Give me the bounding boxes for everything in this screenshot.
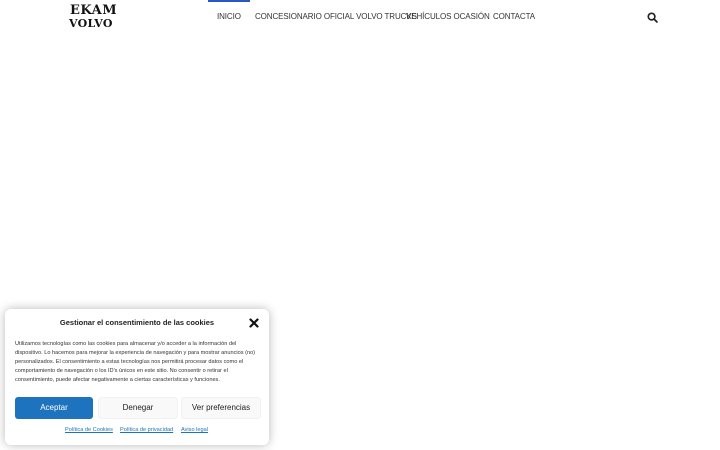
view-preferences-button[interactable]: Ver preferencias — [181, 397, 261, 419]
main-navigation: INICIO CONCESIONARIO OFICIAL VOLVO TRUCK… — [0, 0, 720, 36]
cookie-policy-link[interactable]: Política de Cookies — [65, 427, 113, 433]
legal-notice-link[interactable]: Aviso legal — [181, 427, 208, 433]
search-icon[interactable] — [647, 12, 658, 23]
site-header: EKAM VOLVO INICIO CONCESIONARIO OFICIAL … — [0, 0, 720, 36]
privacy-policy-link[interactable]: Política de privacidad — [120, 427, 173, 433]
nav-item-concesionario[interactable]: CONCESIONARIO OFICIAL VOLVO TRUCKS — [255, 12, 417, 21]
accept-button[interactable]: Aceptar — [15, 397, 93, 419]
close-icon[interactable] — [249, 318, 259, 328]
cookie-policy-links: Política de Cookies Política de privacid… — [5, 427, 269, 437]
cookie-banner-title: Gestionar el consentimiento de las cooki… — [59, 318, 215, 327]
cookie-banner-message: Utilizamos tecnologías como las cookies … — [15, 341, 256, 383]
deny-button[interactable]: Denegar — [98, 397, 178, 419]
nav-item-contacta[interactable]: CONTACTA — [493, 12, 535, 21]
nav-item-inicio[interactable]: INICIO — [208, 0, 250, 21]
cookie-consent-banner: Gestionar el consentimiento de las cooki… — [5, 309, 269, 445]
nav-item-vehiculos-ocasion[interactable]: VEHÍCULOS OCASIÓN — [406, 12, 490, 21]
